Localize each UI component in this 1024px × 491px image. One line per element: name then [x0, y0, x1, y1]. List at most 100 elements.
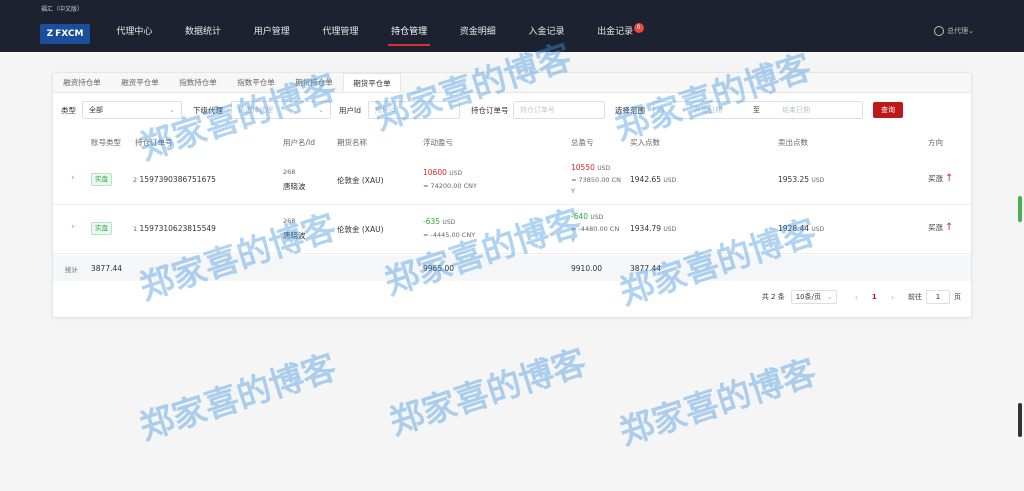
table-row[interactable]: › 实盘 2 1597390386751675 268 唐晓波 伦敦金 (XAU…: [53, 157, 971, 205]
th-account-type: 账号类型: [91, 138, 121, 147]
type-select-value: 全部: [89, 106, 103, 114]
app-title: 福汇（中文版）: [41, 6, 84, 13]
nav-agent-management[interactable]: 代理管理: [306, 18, 375, 48]
float-pl-value: -635: [423, 217, 441, 226]
buy-points: 1942.65: [630, 175, 662, 184]
top-navbar: 福汇（中文版） Z FXCM 代理中心 数据统计 用户管理 代理管理 持仓管理 资…: [0, 0, 1024, 52]
nav-agent-center[interactable]: 代理中心: [100, 18, 169, 48]
total-pl-value: -640: [571, 212, 589, 221]
summary-row: 统计 3877.44 9965.00 9910.00 3877.44: [53, 255, 971, 281]
table-row[interactable]: › 实盘 1 1597310623815549 268 唐晓波 伦敦金 (XAU…: [53, 206, 971, 254]
next-page-button[interactable]: ›: [891, 293, 894, 302]
tab-index-open[interactable]: 指数持仓单: [169, 73, 227, 92]
summary-value-c: 9910.00: [571, 264, 603, 273]
product-name: 伦敦金 (XAU): [337, 225, 384, 234]
sell-currency: USD: [811, 177, 825, 184]
th-user: 用户名/Id: [283, 138, 315, 147]
user-id-input[interactable]: 用户Id: [368, 101, 460, 119]
total-pl-cny: ≈ 73850.00 CN: [571, 176, 621, 184]
side-scroll-indicator[interactable]: [1018, 196, 1022, 222]
prev-page-button[interactable]: ‹: [855, 293, 858, 302]
date-end: 结束日期: [782, 106, 810, 114]
user-id: 268: [283, 168, 296, 176]
order-tabs: 融资持仓单 融资平仓单 指数持仓单 指数平仓单 期货持仓单 期货平仓单: [53, 73, 971, 93]
sub-agent-select[interactable]: 请选择代理 ⌄: [231, 101, 331, 119]
nav-withdraw-label: 出金记录: [597, 27, 634, 37]
watermark-text: 郑家喜的博客: [134, 347, 342, 449]
type-label: 类型: [61, 106, 76, 115]
th-buy-points: 买入点数: [630, 138, 660, 147]
nav-position-management[interactable]: 持仓管理: [375, 18, 444, 48]
arrow-up-icon: ↑: [945, 173, 954, 184]
order-number: 1597310623815549: [139, 224, 216, 233]
tab-futures-open[interactable]: 期货持仓单: [285, 73, 343, 92]
tab-futures-closed[interactable]: 期货平仓单: [343, 73, 401, 92]
tab-margin-closed[interactable]: 融资平仓单: [111, 73, 169, 92]
row-index: 1: [133, 225, 138, 233]
tab-index-closed[interactable]: 指数平仓单: [227, 73, 285, 92]
nav-fund-details[interactable]: 资金明细: [443, 18, 512, 48]
fxcm-logo[interactable]: Z FXCM: [40, 24, 90, 44]
th-order-no: 持仓订单号: [135, 138, 173, 147]
notification-badge: 0: [633, 23, 644, 33]
th-float-pl: 浮动盈亏: [423, 138, 453, 147]
account-type-badge: 实盘: [91, 222, 112, 235]
th-total-pl: 总盈亏: [571, 138, 594, 147]
summary-value-a: 3877.44: [91, 264, 123, 273]
goto-page-input[interactable]: 1: [926, 290, 950, 304]
direction-label: 买涨: [928, 223, 943, 232]
user-name: 唐晓波: [283, 231, 306, 240]
tab-margin-open[interactable]: 融资持仓单: [53, 73, 111, 92]
current-page[interactable]: 1: [872, 293, 877, 301]
total-pl-currency: USD: [590, 214, 604, 221]
sell-points: 1928.44: [778, 224, 810, 233]
order-number: 1597390386751675: [139, 175, 216, 184]
buy-points: 1934.79: [630, 224, 662, 233]
product-name: 伦敦金 (XAU): [337, 176, 384, 185]
side-scroll-handle[interactable]: [1018, 403, 1022, 437]
query-button[interactable]: 查询: [873, 102, 903, 118]
th-product: 期货名称: [337, 138, 367, 147]
main-nav: 代理中心 数据统计 用户管理 代理管理 持仓管理 资金明细 入金记录 出金记录 …: [100, 18, 650, 48]
sub-agent-placeholder: 请选择代理: [238, 106, 273, 114]
calendar-icon: ◷: [658, 106, 665, 114]
chevron-down-icon: ⌄: [968, 27, 974, 35]
sub-agent-label: 下级代理: [193, 106, 223, 115]
float-pl-cny: ≈ -4445.00 CNY: [423, 231, 476, 239]
float-pl-value: 10600: [423, 168, 447, 177]
nav-statistics[interactable]: 数据统计: [169, 18, 238, 48]
date-range-label: 选择范围: [615, 106, 645, 115]
float-pl-currency: USD: [442, 219, 456, 226]
filter-bar: 类型 全部 ⌄ 下级代理 请选择代理 ⌄ 用户Id 用户Id 持仓订单号 持仓订…: [53, 101, 971, 121]
chevron-down-icon: ⌄: [169, 106, 175, 114]
total-pl-currency: USD: [597, 165, 611, 172]
arrow-up-icon: ↑: [945, 222, 954, 233]
user-id: 268: [283, 217, 296, 225]
nav-withdraw-records[interactable]: 出金记录 0: [581, 18, 650, 48]
sell-points: 1953.25: [778, 175, 810, 184]
pagination: 共 2 条 10条/页 ⌄ ‹ 1 › 前往 1 页: [762, 290, 961, 304]
date-start: 开始日期: [694, 106, 722, 114]
expand-row-icon[interactable]: ›: [71, 222, 75, 232]
total-pl-cny-wrap: Y: [571, 236, 575, 244]
row-index: 2: [133, 176, 138, 184]
nav-user-management[interactable]: 用户管理: [237, 18, 306, 48]
type-select[interactable]: 全部 ⌄: [82, 101, 182, 119]
chevron-down-icon: ⌄: [318, 106, 324, 114]
user-menu[interactable]: 总代理 ⌄: [934, 26, 974, 36]
buy-currency: USD: [663, 226, 677, 233]
goto-suffix: 页: [954, 293, 961, 301]
th-direction: 方向: [928, 138, 943, 147]
sell-currency: USD: [811, 226, 825, 233]
nav-deposit-records[interactable]: 入金记录: [512, 18, 581, 48]
summary-label: 统计: [65, 266, 78, 274]
order-no-label: 持仓订单号: [471, 106, 509, 115]
date-range-picker[interactable]: ◷ 开始日期 至 结束日期: [653, 101, 863, 119]
summary-value-b: 9965.00: [423, 264, 455, 273]
total-pl-cny-wrap: Y: [571, 187, 575, 195]
user-name: 唐晓波: [283, 182, 306, 191]
float-pl-currency: USD: [449, 170, 463, 177]
order-no-input[interactable]: 持仓订单号: [513, 101, 605, 119]
expand-row-icon[interactable]: ›: [71, 173, 75, 183]
page-size-select[interactable]: 10条/页 ⌄: [790, 290, 837, 304]
